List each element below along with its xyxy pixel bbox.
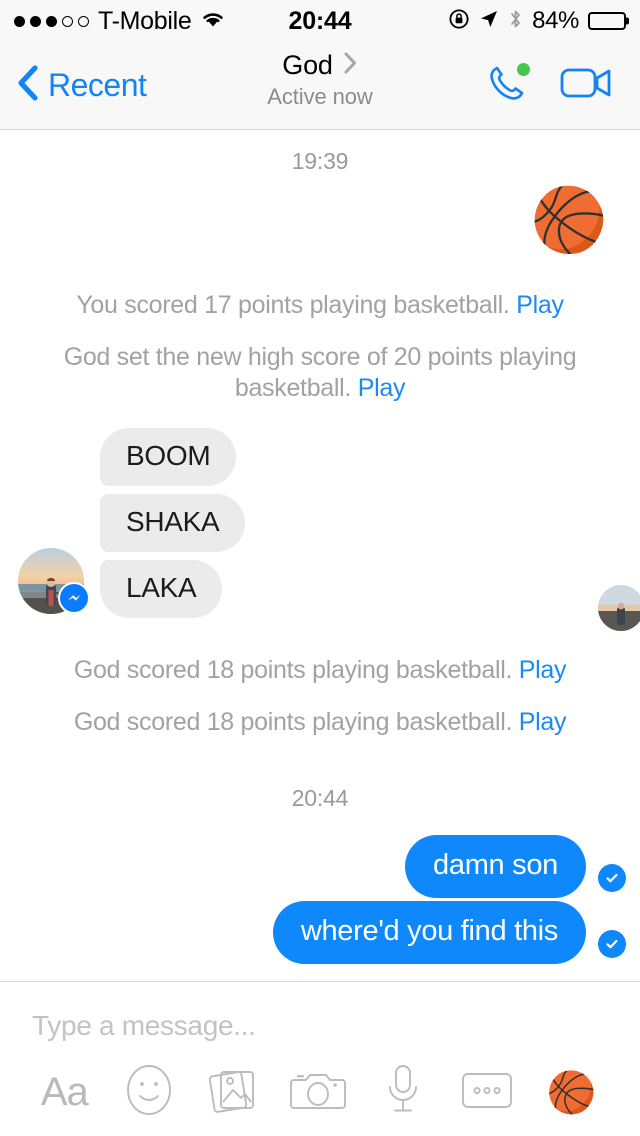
thread-title-button[interactable]: God bbox=[282, 50, 357, 81]
system-message-text: God scored 18 points playing basketball. bbox=[73, 656, 519, 684]
battery-icon bbox=[588, 12, 629, 30]
microphone-icon bbox=[384, 1062, 422, 1123]
back-button[interactable]: Recent bbox=[0, 63, 147, 108]
system-message: God scored 18 points playing basketball.… bbox=[0, 707, 640, 738]
play-link[interactable]: Play bbox=[358, 374, 406, 402]
camera-icon bbox=[290, 1066, 346, 1119]
system-message-text: You scored 17 points playing basketball. bbox=[76, 291, 517, 319]
message-row-incoming: LAKA bbox=[0, 560, 640, 618]
thread-timestamp: 20:44 bbox=[291, 785, 349, 811]
nav-header: Recent God Active now bbox=[0, 42, 640, 130]
thread-timestamp: 19:39 bbox=[291, 148, 349, 174]
more-options-button[interactable] bbox=[445, 1067, 530, 1118]
video-call-button[interactable] bbox=[560, 63, 614, 108]
carrier-label: T-Mobile bbox=[98, 6, 192, 35]
read-receipt-delivered-icon bbox=[598, 930, 626, 958]
play-link[interactable]: Play bbox=[519, 708, 567, 736]
rotation-lock-icon bbox=[448, 8, 470, 35]
message-row-incoming: SHAKA bbox=[0, 494, 640, 552]
system-message-text: God set the new high score of 20 points … bbox=[63, 343, 577, 402]
play-link[interactable]: Play bbox=[519, 656, 567, 684]
video-camera-icon bbox=[560, 68, 614, 107]
message-thread[interactable]: 19:39 🏀 You scored 17 points playing bas… bbox=[0, 130, 640, 974]
basketball-game-button[interactable]: 🏀 bbox=[529, 1073, 614, 1113]
active-now-indicator bbox=[517, 63, 530, 76]
signal-strength-icon bbox=[14, 15, 89, 27]
phone-call-icon bbox=[484, 66, 530, 110]
chevron-left-icon bbox=[16, 63, 40, 108]
voice-message-button[interactable] bbox=[360, 1062, 445, 1123]
recipient-avatar-peek[interactable] bbox=[598, 585, 640, 631]
camera-button[interactable] bbox=[276, 1066, 361, 1119]
chevron-right-icon bbox=[343, 51, 358, 80]
back-button-label: Recent bbox=[48, 67, 147, 103]
read-receipt-delivered-icon bbox=[598, 864, 626, 892]
composer-tool-row: Aa 🏀 bbox=[0, 1042, 640, 1123]
message-bubble-incoming[interactable]: BOOM bbox=[100, 428, 237, 486]
text-format-button[interactable]: Aa bbox=[22, 1070, 107, 1115]
thread-title: God bbox=[282, 50, 333, 80]
message-bubble-outgoing[interactable]: damn son bbox=[405, 835, 586, 898]
message-row-outgoing: where'd you find this bbox=[0, 901, 640, 964]
composer-bar: Type a message... Aa 🏀 bbox=[0, 981, 640, 1136]
sticker-button[interactable] bbox=[107, 1062, 192, 1123]
system-message: You scored 17 points playing basketball.… bbox=[0, 290, 640, 321]
message-bubble-incoming[interactable]: LAKA bbox=[100, 560, 223, 618]
nav-actions bbox=[484, 60, 640, 111]
status-bar-left: T-Mobile bbox=[14, 7, 226, 36]
bluetooth-icon bbox=[508, 8, 523, 35]
smiley-face-icon bbox=[123, 1062, 175, 1123]
system-message-text: God scored 18 points playing basketball. bbox=[73, 708, 519, 736]
message-input[interactable]: Type a message... bbox=[0, 982, 640, 1042]
wifi-icon bbox=[200, 9, 226, 34]
message-bubble-outgoing[interactable]: where'd you find this bbox=[272, 901, 586, 964]
status-bar-right: 84% bbox=[448, 7, 629, 35]
system-message: God set the new high score of 20 points … bbox=[0, 342, 640, 403]
messenger-badge-icon bbox=[58, 582, 90, 614]
avatar-image bbox=[598, 585, 640, 631]
status-bar: T-Mobile 20:44 84% bbox=[0, 0, 640, 42]
message-row-incoming: BOOM bbox=[0, 428, 640, 486]
aa-icon: Aa bbox=[40, 1070, 89, 1114]
message-bubble-incoming[interactable]: SHAKA bbox=[100, 494, 246, 552]
message-row-outgoing: damn son bbox=[0, 835, 640, 898]
system-message: God scored 18 points playing basketball.… bbox=[0, 655, 640, 686]
photos-icon bbox=[207, 1064, 259, 1121]
basketball-emoji-message[interactable]: 🏀 bbox=[0, 190, 640, 252]
basketball-icon: 🏀 bbox=[546, 1070, 597, 1115]
voice-call-button[interactable] bbox=[484, 60, 530, 111]
more-dots-icon bbox=[460, 1067, 514, 1118]
play-link[interactable]: Play bbox=[516, 291, 564, 319]
battery-percent-label: 84% bbox=[532, 7, 579, 34]
location-arrow-icon bbox=[479, 9, 499, 34]
photo-library-button[interactable] bbox=[191, 1064, 276, 1121]
